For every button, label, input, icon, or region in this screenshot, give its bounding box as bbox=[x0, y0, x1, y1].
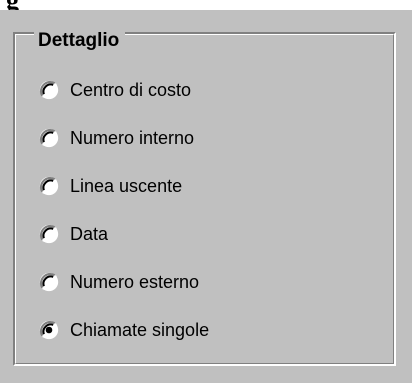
radio-unchecked-icon[interactable] bbox=[38, 175, 60, 197]
option-label: Centro di costo bbox=[70, 80, 192, 100]
option-numero-interno[interactable]: Numero interno bbox=[38, 125, 194, 151]
option-numero-esterno[interactable]: Numero esterno bbox=[38, 269, 199, 295]
group-title: Dettaglio bbox=[34, 28, 126, 54]
option-centro-di-costo[interactable]: Centro di costo bbox=[38, 77, 191, 103]
option-chiamate-singole[interactable]: Chiamate singole bbox=[38, 317, 209, 343]
radio-unchecked-icon[interactable] bbox=[38, 127, 60, 149]
option-label: Data bbox=[70, 224, 109, 244]
option-linea-uscente[interactable]: Linea uscente bbox=[38, 173, 182, 199]
radio-unchecked-icon[interactable] bbox=[38, 223, 60, 245]
option-label: Chiamate singole bbox=[70, 320, 210, 340]
radio-unchecked-icon[interactable] bbox=[38, 271, 60, 293]
option-data[interactable]: Data bbox=[38, 221, 108, 247]
option-label: Numero interno bbox=[70, 128, 195, 148]
radio-unchecked-icon[interactable] bbox=[38, 79, 60, 101]
option-label: Numero esterno bbox=[70, 272, 200, 292]
option-label: Linea uscente bbox=[70, 176, 183, 196]
radio-checked-icon[interactable] bbox=[38, 319, 60, 341]
